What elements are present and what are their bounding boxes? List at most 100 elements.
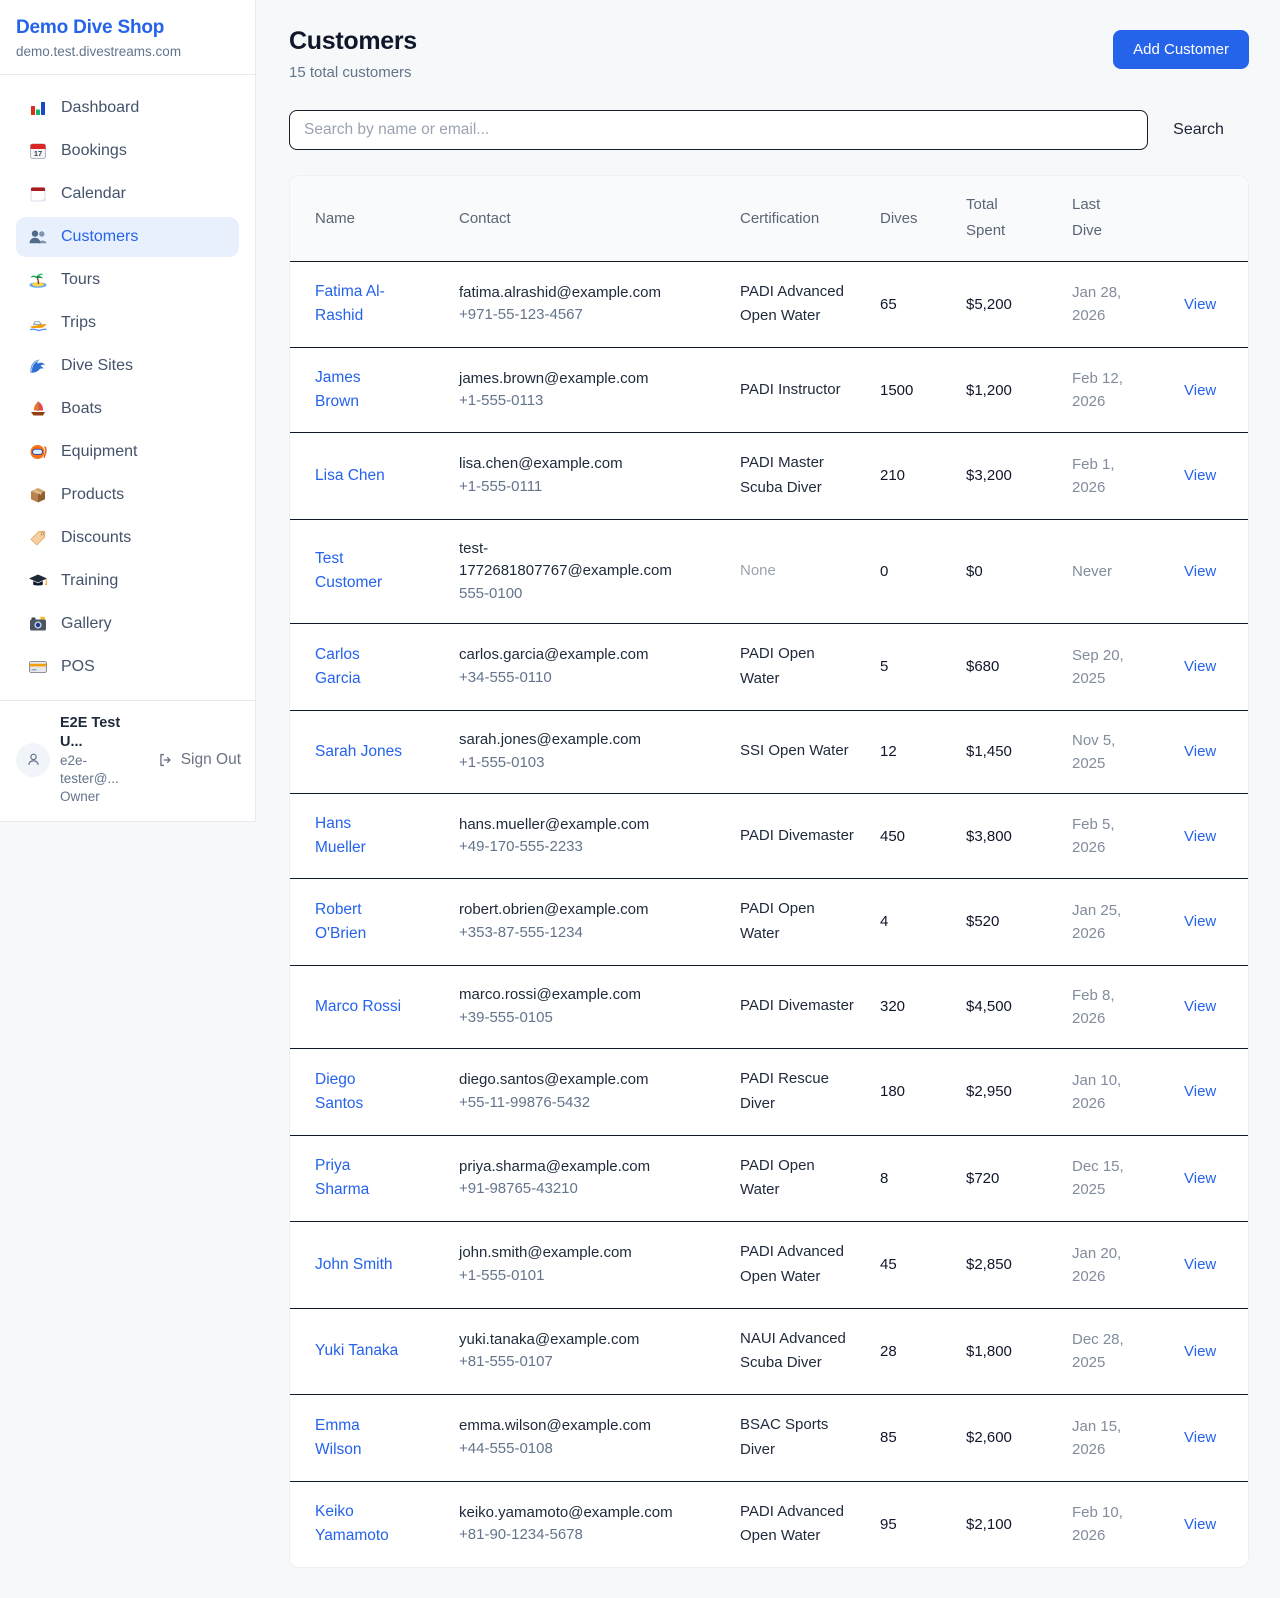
- table-row: Test Customertest-1772681807767@example.…: [290, 519, 1249, 624]
- sidebar-item-products[interactable]: Products: [16, 475, 239, 515]
- sidebar-item-customers[interactable]: Customers: [16, 217, 239, 257]
- customer-last-dive: Sep 20, 2025: [1072, 644, 1136, 691]
- table-row: Keiko Yamamotokeiko.yamamoto@example.com…: [290, 1481, 1249, 1567]
- customer-phone: +44-555-0108: [459, 1438, 716, 1461]
- view-customer-link[interactable]: View: [1184, 998, 1216, 1015]
- customer-certification-cell: PADI Divemaster: [728, 794, 868, 879]
- sidebar-item-dashboard[interactable]: Dashboard: [16, 88, 239, 128]
- customer-total-spent-cell: $2,100: [954, 1481, 1060, 1567]
- table-row: Priya Sharma priya.sharma@example.com+91-…: [290, 1135, 1249, 1222]
- search-button[interactable]: Search: [1148, 121, 1249, 139]
- customer-last-dive-cell: Nov 5, 2025: [1060, 710, 1172, 794]
- sidebar-item-training[interactable]: Training: [16, 561, 239, 601]
- search-row: Search: [289, 110, 1249, 150]
- sidebar-item-tours[interactable]: Tours: [16, 260, 239, 300]
- search-input[interactable]: [289, 110, 1148, 150]
- sign-out-button[interactable]: Sign Out: [156, 751, 241, 769]
- view-customer-link[interactable]: View: [1184, 1429, 1216, 1446]
- customer-dives: 450: [880, 828, 905, 845]
- customer-certification: PADI Advanced Open Water: [740, 1240, 856, 1290]
- products-icon: [28, 485, 48, 505]
- customer-name-link[interactable]: Yuki Tanaka: [315, 1339, 398, 1363]
- customer-last-dive: Dec 28, 2025: [1072, 1328, 1136, 1375]
- sidebar-item-label: Dashboard: [61, 99, 139, 117]
- customer-name-link[interactable]: Hans Mueller: [315, 812, 403, 860]
- customer-name-link[interactable]: Carlos Garcia: [315, 643, 403, 691]
- customer-phone: +1-555-0113: [459, 390, 716, 413]
- customer-name-link[interactable]: Fatima Al-Rashid: [315, 280, 403, 328]
- customer-dives-cell: 210: [868, 433, 954, 520]
- customer-certification-cell: NAUI Advanced Scuba Diver: [728, 1308, 868, 1395]
- trips-icon: [28, 313, 48, 333]
- customer-contact-cell: john.smith@example.com+1-555-0101: [447, 1222, 728, 1309]
- sign-out-icon: [156, 751, 174, 769]
- sidebar-item-label: Calendar: [61, 185, 126, 203]
- brand-name: Demo Dive Shop: [16, 17, 239, 39]
- sidebar-item-discounts[interactable]: Discounts: [16, 518, 239, 558]
- customer-last-dive: Feb 12, 2026: [1072, 367, 1136, 414]
- customer-total-spent-cell: $5,200: [954, 261, 1060, 348]
- customer-dives: 85: [880, 1429, 897, 1446]
- customer-action-cell: View: [1172, 1222, 1249, 1309]
- customer-last-dive: Feb 10, 2026: [1072, 1501, 1136, 1548]
- customer-last-dive: Jan 10, 2026: [1072, 1069, 1136, 1116]
- view-customer-link[interactable]: View: [1184, 1256, 1216, 1273]
- customer-phone: +1-555-0111: [459, 476, 716, 499]
- view-customer-link[interactable]: View: [1184, 743, 1216, 760]
- customer-name-link[interactable]: Keiko Yamamoto: [315, 1500, 403, 1548]
- view-customer-link[interactable]: View: [1184, 563, 1216, 580]
- sidebar-item-dive-sites[interactable]: Dive Sites: [16, 346, 239, 386]
- sidebar-item-pos[interactable]: POS: [16, 647, 239, 687]
- customer-name-cell: James Brown: [290, 348, 447, 433]
- table-row: Carlos Garciacarlos.garcia@example.com+3…: [290, 624, 1249, 711]
- customer-name-link[interactable]: Lisa Chen: [315, 464, 385, 488]
- customer-total-spent: $1,200: [966, 382, 1012, 399]
- customer-name-link[interactable]: Marco Rossi: [315, 995, 401, 1019]
- customer-action-cell: View: [1172, 710, 1249, 794]
- customer-name-link[interactable]: Diego Santos: [315, 1068, 403, 1116]
- sidebar-item-gallery[interactable]: Gallery: [16, 604, 239, 644]
- view-customer-link[interactable]: View: [1184, 1343, 1216, 1360]
- customer-phone: +39-555-0105: [459, 1007, 716, 1030]
- add-customer-button[interactable]: Add Customer: [1113, 30, 1249, 69]
- customers-table: NameContactCertificationDivesTotal Spent…: [290, 176, 1249, 1567]
- customer-contact-cell: priya.sharma@example.com+91-98765-43210: [447, 1135, 728, 1222]
- customer-phone: +55-11-99876-5432: [459, 1092, 716, 1115]
- sidebar-item-bookings[interactable]: 17Bookings: [16, 131, 239, 171]
- customer-dives-cell: 0: [868, 519, 954, 624]
- customer-name-link[interactable]: James Brown: [315, 366, 403, 414]
- customer-name-link[interactable]: Test Customer: [315, 547, 403, 595]
- view-customer-link[interactable]: View: [1184, 382, 1216, 399]
- user-name: E2E Test U...: [60, 714, 146, 752]
- customer-name-link[interactable]: John Smith: [315, 1253, 393, 1277]
- sidebar-item-trips[interactable]: Trips: [16, 303, 239, 343]
- customer-name-link[interactable]: Robert O'Brien: [315, 898, 403, 946]
- tours-icon: [28, 270, 48, 290]
- customer-dives: 45: [880, 1256, 897, 1273]
- customer-name-link[interactable]: Sarah Jones: [315, 740, 402, 764]
- view-customer-link[interactable]: View: [1184, 1516, 1216, 1533]
- view-customer-link[interactable]: View: [1184, 1083, 1216, 1100]
- customer-dives-cell: 12: [868, 710, 954, 794]
- customer-certification-cell: SSI Open Water: [728, 710, 868, 794]
- customer-phone: +971-55-123-4567: [459, 304, 716, 327]
- sidebar-item-label: Discounts: [61, 529, 131, 547]
- customer-name-link[interactable]: Priya Sharma: [315, 1154, 403, 1202]
- sidebar-item-boats[interactable]: Boats: [16, 389, 239, 429]
- column-header-certification: Certification: [728, 176, 868, 261]
- customer-total-spent-cell: $2,950: [954, 1049, 1060, 1136]
- customer-dives: 210: [880, 467, 905, 484]
- view-customer-link[interactable]: View: [1184, 658, 1216, 675]
- customer-dives: 4: [880, 913, 888, 930]
- view-customer-link[interactable]: View: [1184, 1170, 1216, 1187]
- view-customer-link[interactable]: View: [1184, 467, 1216, 484]
- sidebar-item-calendar[interactable]: Calendar: [16, 174, 239, 214]
- customer-contact-cell: robert.obrien@example.com+353-87-555-123…: [447, 879, 728, 966]
- view-customer-link[interactable]: View: [1184, 913, 1216, 930]
- customer-name-link[interactable]: Emma Wilson: [315, 1414, 403, 1462]
- user-email: e2e-tester@...: [60, 752, 146, 788]
- view-customer-link[interactable]: View: [1184, 828, 1216, 845]
- sidebar-item-equipment[interactable]: Equipment: [16, 432, 239, 472]
- view-customer-link[interactable]: View: [1184, 296, 1216, 313]
- customer-certification: PADI Advanced Open Water: [740, 1500, 856, 1550]
